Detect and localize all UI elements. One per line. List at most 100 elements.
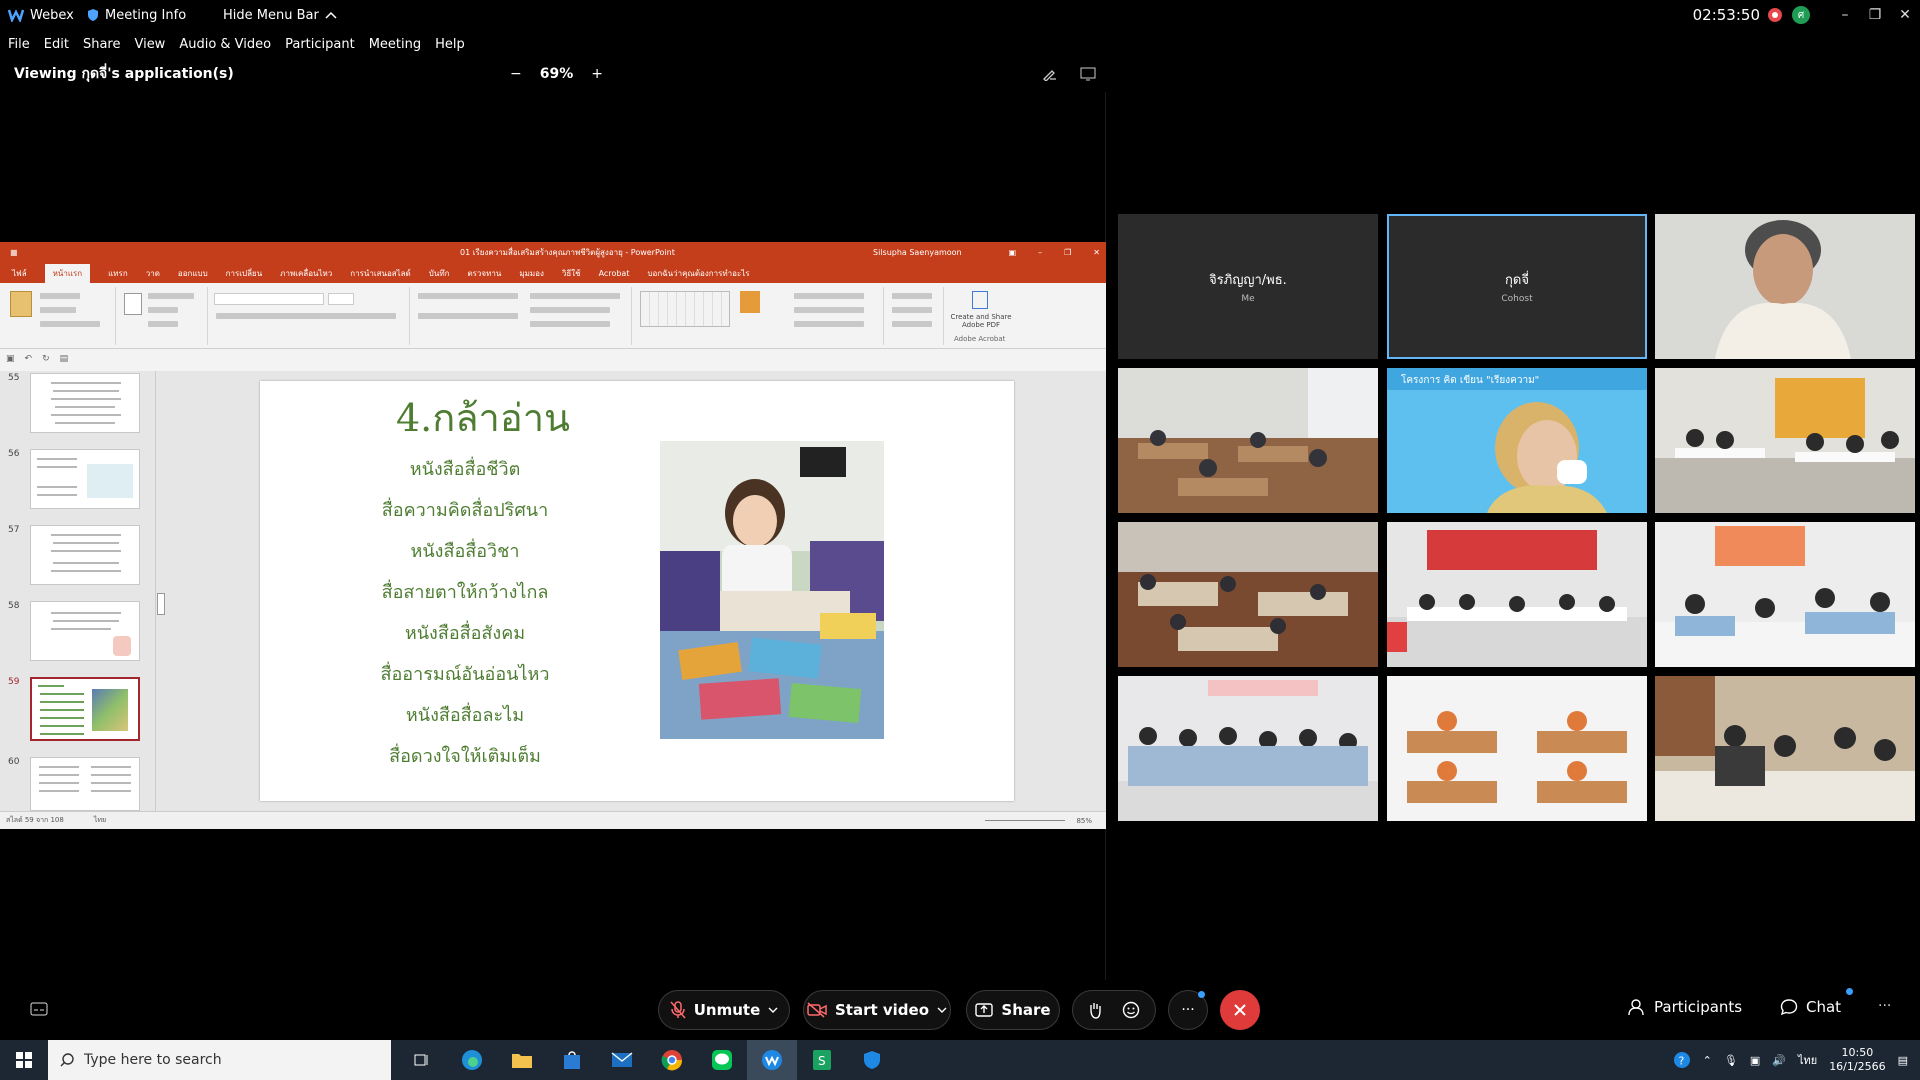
share-button[interactable]: Share	[966, 990, 1060, 1030]
remote-control-icon[interactable]	[1080, 67, 1096, 81]
chevron-down-icon[interactable]	[937, 1007, 947, 1013]
poem-line: สื่อดวงใจให้เติมเต็ม	[389, 746, 541, 767]
poem-line: หนังสือสื่อวิชา	[410, 541, 520, 562]
participant-tile-me[interactable]: จิรภิญญา/พธ. Me	[1118, 214, 1378, 359]
video-tile[interactable]	[1118, 368, 1378, 513]
participant-tile-cohost[interactable]: กุดจี่ Cohost	[1387, 214, 1647, 359]
video-tile[interactable]: โครงการ คิด เขียน "เรียงความ"	[1387, 368, 1647, 513]
hide-menu-bar-button[interactable]: Hide Menu Bar	[223, 8, 337, 23]
ppt-tab: แทรก	[108, 268, 128, 278]
menu-help[interactable]: Help	[435, 37, 465, 52]
windows-logo-icon	[16, 1052, 32, 1068]
svg-text:S: S	[818, 1054, 826, 1068]
zoom-out-icon[interactable]: −	[510, 66, 522, 82]
line-icon[interactable]	[697, 1040, 747, 1080]
file-explorer-icon[interactable]	[497, 1040, 547, 1080]
ppt-tab: Acrobat	[598, 268, 630, 278]
meeting-info-button[interactable]: Meeting Info	[87, 8, 207, 23]
system-tray: ? ⌃ 🎙 ▣ 🔊 ไทย 10:50 16/1/2566 ▤	[1673, 1040, 1920, 1080]
ppt-tell-me: บอกฉันว่าคุณต้องการทำอะไร	[647, 268, 750, 278]
ppt-user: Silsupha Saenyamoon	[873, 248, 962, 257]
adobe-acrobat-label: Adobe Acrobat	[954, 335, 1006, 343]
ppt-doc-title: 01 เรียงความสื่อเสริมสร้างคุณภาพชีวิตผู้…	[460, 248, 675, 257]
menu-view[interactable]: View	[134, 37, 165, 52]
video-tile[interactable]	[1118, 676, 1378, 821]
help-icon[interactable]: ?	[1673, 1051, 1691, 1069]
task-view-icon[interactable]	[397, 1040, 447, 1080]
menu-edit[interactable]: Edit	[44, 37, 69, 52]
avatar[interactable]: ศ	[1792, 6, 1810, 24]
participants-button[interactable]: Participants	[1628, 998, 1742, 1016]
start-button[interactable]	[0, 1040, 48, 1080]
poem-line: สื่อสายตาให้กว้างไกล	[381, 582, 549, 603]
notifications-icon[interactable]: ▤	[1898, 1054, 1908, 1067]
store-icon[interactable]	[547, 1040, 597, 1080]
taskbar-search-input[interactable]: Type here to search	[48, 1040, 391, 1080]
recording-icon[interactable]	[1768, 8, 1782, 22]
end-call-button[interactable]	[1220, 990, 1260, 1030]
sheets-icon[interactable]: S	[797, 1040, 847, 1080]
menu-share[interactable]: Share	[83, 37, 121, 52]
video-off-icon	[807, 1002, 827, 1018]
participants-label: Participants	[1654, 998, 1743, 1016]
slide-thumbnails: 55 56 57 58 59 60	[0, 371, 165, 811]
quick-access-toolbar: ▣ ↶ ↻ ▤	[0, 349, 1106, 369]
chat-notification-dot	[1846, 988, 1853, 995]
video-tile[interactable]	[1118, 522, 1378, 667]
video-tile[interactable]	[1655, 522, 1915, 667]
status-lang: ไทย	[93, 816, 107, 824]
video-tile[interactable]	[1387, 522, 1647, 667]
slide-poem: หนังสือสื่อชีวิต สื่อความคิดสื่อปริศนา ห…	[350, 449, 580, 777]
defender-icon[interactable]	[847, 1040, 897, 1080]
start-video-button[interactable]: Start video	[803, 990, 951, 1030]
poem-line: หนังสือสื่อละไม	[405, 705, 525, 726]
ppt-tab: มุมมอง	[519, 268, 544, 278]
current-slide: 4.กล้าอ่าน หนังสือสื่อชีวิต สื่อความคิดส…	[260, 381, 1014, 801]
minimize-icon[interactable]: –	[1830, 7, 1860, 23]
ppt-close-icon: ✕	[1093, 248, 1100, 257]
webex-logo-icon	[8, 9, 24, 22]
zoom-control: − 69% +	[510, 66, 603, 82]
chrome-icon[interactable]	[647, 1040, 697, 1080]
webex-taskbar-icon[interactable]	[747, 1040, 797, 1080]
input-language[interactable]: ไทย	[1798, 1051, 1817, 1069]
captions-icon[interactable]	[30, 1002, 48, 1018]
mail-icon[interactable]	[597, 1040, 647, 1080]
tray-chevron-up-icon[interactable]: ⌃	[1703, 1054, 1712, 1067]
restore-icon[interactable]: ❐	[1860, 7, 1890, 23]
volume-icon[interactable]: 🔊	[1772, 1054, 1786, 1067]
thumbnail-scrollbar	[155, 371, 165, 811]
network-icon[interactable]: ▣	[1750, 1054, 1760, 1067]
menu-audio-video[interactable]: Audio & Video	[179, 37, 271, 52]
unmute-button[interactable]: Unmute	[658, 990, 790, 1030]
slide-thumbnail	[30, 601, 140, 661]
video-tile[interactable]	[1655, 214, 1915, 359]
search-icon	[60, 1053, 74, 1067]
chat-button[interactable]: Chat	[1780, 998, 1841, 1016]
redo-icon: ↻	[42, 354, 50, 364]
shared-screen[interactable]: ■ 01 เรียงความสื่อเสริมสร้างคุณภาพชีวิตผ…	[0, 92, 1106, 980]
taskbar-clock[interactable]: 10:50 16/1/2566	[1829, 1046, 1885, 1074]
annotate-icon[interactable]	[1042, 67, 1058, 81]
zoom-in-icon[interactable]: +	[591, 66, 603, 82]
participants-icon	[1628, 999, 1644, 1016]
ppt-tab-active: หน้าแรก	[44, 263, 91, 283]
menu-participant[interactable]: Participant	[285, 37, 355, 52]
video-tile[interactable]	[1655, 676, 1915, 821]
save-icon: ▣	[6, 354, 15, 364]
raise-hand-icon[interactable]	[1088, 1001, 1102, 1019]
reaction-icon[interactable]	[1122, 1001, 1140, 1019]
chevron-down-icon[interactable]	[768, 1007, 778, 1013]
powerpoint-window: ■ 01 เรียงความสื่อเสริมสร้างคุณภาพชีวิตผ…	[0, 242, 1106, 829]
ppt-tab: ตรวจทาน	[467, 268, 502, 278]
edge-icon[interactable]	[447, 1040, 497, 1080]
slide-count: สไลด์ 59 จาก 108	[6, 816, 64, 824]
video-tile[interactable]	[1655, 368, 1915, 513]
menu-file[interactable]: File	[8, 37, 30, 52]
menu-meeting[interactable]: Meeting	[369, 37, 421, 52]
taskbar-date: 16/1/2566	[1829, 1060, 1886, 1073]
microphone-icon[interactable]: 🎙	[1724, 1054, 1738, 1067]
video-tile[interactable]	[1387, 676, 1647, 821]
more-panels-icon[interactable]: ···	[1878, 998, 1891, 1014]
close-icon[interactable]: ✕	[1890, 7, 1920, 23]
